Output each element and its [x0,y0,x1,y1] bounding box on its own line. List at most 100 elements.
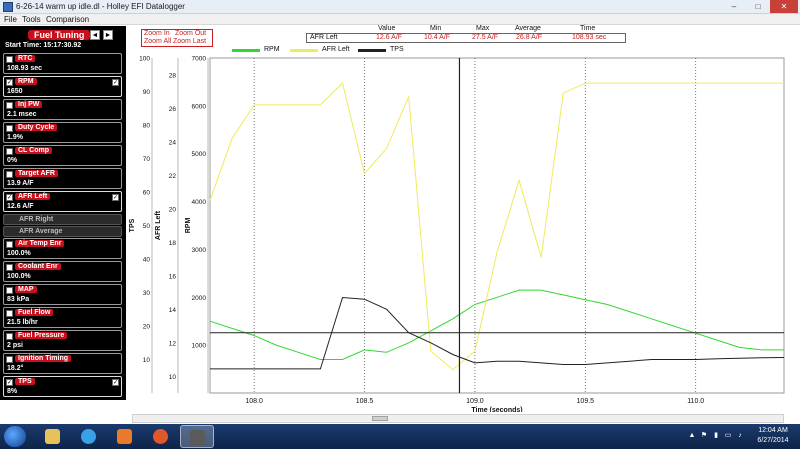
maximize-button[interactable]: □ [746,0,770,13]
channel-checkbox[interactable] [6,241,13,248]
channel-name: RPM [15,78,37,85]
y-tick-label: 10 [143,357,151,364]
channel-checkbox[interactable] [6,148,13,155]
stat-header-value: Value [378,25,396,32]
channel-checkbox[interactable] [6,102,13,109]
channel-panel: Fuel Tuning ◄ ► Start Time: 15:17:30.92 … [0,26,126,400]
close-button[interactable]: ✕ [770,0,798,13]
tray-arrow-icon[interactable]: ▲ [688,432,696,440]
channel-value: 21.5 lb/hr [7,319,38,326]
tray-clock-date[interactable]: 6/27/2014 [752,437,794,444]
channel-checkbox[interactable] [6,356,13,363]
channel-coolant-enr[interactable]: Coolant Enr 100.0% [3,261,122,282]
minimize-button[interactable]: – [722,0,746,13]
channel-tps[interactable]: ✓ TPS 8% ✓ [3,376,122,397]
tray-battery-icon[interactable]: ▭ [724,432,732,440]
y-axis-label: TPS [129,218,136,232]
channel-fuel-pressure[interactable]: Fuel Pressure 2 psi [3,330,122,351]
channel-checkbox[interactable] [6,56,13,63]
channel-checkbox[interactable]: ✓ [6,194,13,201]
channel-rtc[interactable]: RTC 108.93 sec [3,53,122,74]
channel-air-temp-enr[interactable]: Air Temp Enr 100.0% [3,238,122,259]
tray-volume-icon[interactable]: ♪ [736,432,744,440]
menu-file[interactable]: File [4,15,17,24]
stat-min: 10.4 A/F [424,34,451,41]
channel-color-picker[interactable]: ✓ [112,379,119,386]
menu-bar: File Tools Comparison [0,14,800,25]
y-tick-label: 10 [169,374,177,381]
channel-name: Coolant Enr [15,263,61,270]
stat-value: 12.6 A/F [376,34,403,41]
channel-value: 100.0% [7,250,31,257]
datalogger-window: 6-26-14 warm up idle.dl - Holley EFI Dat… [0,0,800,449]
channel-cl-comp[interactable]: CL Comp 0% [3,145,122,166]
taskbar-explorer[interactable] [36,425,70,448]
channel-checkbox[interactable]: ✓ [6,79,13,86]
taskbar-holley-datalogger[interactable] [180,425,214,448]
y-tick-label: 16 [169,273,177,280]
channel-value: 12.6 A/F [7,203,34,210]
channel-checkbox[interactable] [6,333,13,340]
stat-max: 27.5 A/F [472,34,499,41]
internet-explorer-icon [81,429,96,444]
firefox-icon [153,429,168,444]
channel-color-picker[interactable]: ✓ [112,79,119,86]
y-tick-label: 20 [169,206,177,213]
zoom-all-button[interactable]: Zoom All [144,38,171,45]
channel-fuel-flow[interactable]: Fuel Flow 21.5 lb/hr [3,307,122,328]
channel-checkbox[interactable] [6,171,13,178]
zoom-last-button[interactable]: Zoom Last [173,38,206,45]
channel-target-afr[interactable]: Target AFR 13.9 A/F [3,168,122,189]
next-page-button[interactable]: ► [103,30,113,40]
stat-header-min: Min [430,25,442,32]
scrollbar-thumb[interactable] [372,416,388,421]
channel-checkbox[interactable] [6,264,13,271]
datalog-chart[interactable]: 108.0 108.5 109.0 109.5 110.0 Time (seconds) 1… [126,52,800,412]
y-axis-label: AFR Left [155,210,162,240]
zoom-out-button[interactable]: Zoom Out [175,30,206,37]
channel-color-picker[interactable]: ✓ [112,194,119,201]
channel-value: 100.0% [7,273,31,280]
channel-checkbox[interactable] [6,125,13,132]
channel-name: Fuel Pressure [15,332,68,339]
taskbar [0,424,800,449]
channel-inj-pw[interactable]: Inj PW 2.1 msec [3,99,122,120]
y-tick-label: 4000 [192,199,207,206]
channel-checkbox[interactable] [6,287,13,294]
tray-clock-time[interactable]: 12:04 AM [752,427,794,434]
channel-name: CL Comp [15,147,52,154]
channel-afr-right[interactable]: AFR Right [3,214,122,225]
channel-value: 0% [7,157,18,164]
tray-flag-icon[interactable]: ⚑ [700,432,708,440]
y-tick-label: 90 [143,89,151,96]
channel-value: 8% [7,388,18,395]
channel-value: 18.2° [7,365,24,372]
horizontal-scrollbar[interactable] [132,414,784,423]
menu-comparison[interactable]: Comparison [46,15,89,24]
channel-duty-cycle[interactable]: Duty Cycle 1.9% [3,122,122,143]
channel-name: AFR Average [19,228,63,235]
taskbar-firefox[interactable] [144,425,178,448]
window-title: 6-26-14 warm up idle.dl - Holley EFI Dat… [16,2,185,11]
channel-rpm[interactable]: ✓ RPM 1650 ✓ [3,76,122,97]
channel-map[interactable]: MAP 83 kPa [3,284,122,305]
zoom-in-button[interactable]: Zoom In [144,30,170,37]
panel-header: Fuel Tuning ◄ ► [2,28,124,42]
taskbar-media-player[interactable] [108,425,142,448]
tray-network-icon[interactable]: ▮ [712,432,720,440]
previous-page-button[interactable]: ◄ [90,30,100,40]
channel-ignition-timing[interactable]: Ignition Timing 18.2° [3,353,122,374]
stat-header-average: Average [515,25,541,32]
menu-tools[interactable]: Tools [22,15,41,24]
taskbar-internet-explorer[interactable] [72,425,106,448]
start-button[interactable] [4,426,26,447]
channel-afr-average[interactable]: AFR Average [3,226,122,237]
channel-checkbox[interactable]: ✓ [6,379,13,386]
channel-name: AFR Left [15,193,51,200]
stat-time: 108.93 sec [572,34,607,41]
channel-name: AFR Right [19,216,54,223]
channel-checkbox[interactable] [6,310,13,317]
channel-afr-left[interactable]: ✓ AFR Left 12.6 A/F ✓ [3,191,122,212]
y-tick-label: 12 [169,340,177,347]
x-tick-label: 109.5 [577,398,595,405]
